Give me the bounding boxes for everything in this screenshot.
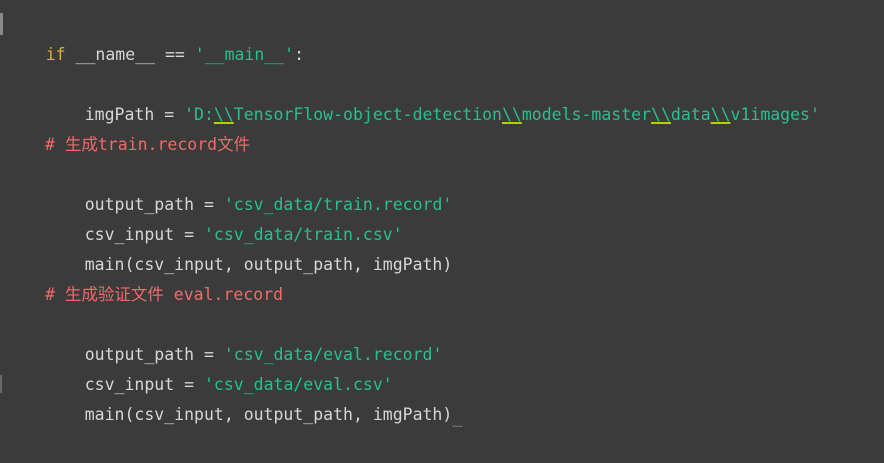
string-literal: v1images xyxy=(730,105,810,124)
code-text: : xyxy=(294,45,305,64)
code-line-4[interactable]: output_path = 'csv_data/train.record' xyxy=(45,160,453,214)
code-line-8[interactable]: output_path = 'csv_data/eval.record' xyxy=(45,310,443,364)
code-editor[interactable]: if __name__ == '__main__': imgPath = 'D:… xyxy=(0,0,884,429)
code-line-1[interactable]: if __name__ == '__main__': xyxy=(6,10,304,64)
string-literal: ' xyxy=(184,105,195,124)
escape-sequence: \\ xyxy=(651,105,671,124)
code-line-2[interactable]: imgPath = 'D:\\TensorFlow-object-detecti… xyxy=(45,70,820,124)
code-line-5[interactable]: csv_input = 'csv_data/train.csv' xyxy=(45,190,403,244)
code-text: main(csv_input, output_path, imgPath) xyxy=(84,405,453,424)
code-text: __name__ == xyxy=(65,45,195,64)
string-literal: models-master xyxy=(521,105,652,124)
caret-marker xyxy=(0,13,3,35)
escape-sequence: \\ xyxy=(710,105,731,124)
escape-sequence: \\ xyxy=(213,105,234,124)
comment-line[interactable]: # 生成train.record文件 xyxy=(45,130,250,160)
caret-marker xyxy=(0,375,2,393)
string-literal: D: xyxy=(194,105,214,124)
code-line-6[interactable]: main(csv_input, output_path, imgPath) xyxy=(45,220,453,274)
string-literal: ' xyxy=(810,105,820,124)
comment-line[interactable]: # 生成验证文件 eval.record xyxy=(45,280,283,310)
keyword-if: if xyxy=(45,45,66,64)
string-literal: data xyxy=(670,105,711,124)
escape-sequence: \\ xyxy=(502,105,522,124)
code-text: imgPath = xyxy=(84,105,185,124)
warning-squiggle-icon: ﹏ xyxy=(452,418,463,429)
code-line-9[interactable]: csv_input = 'csv_data/eval.csv' xyxy=(45,340,393,394)
string-literal: TensorFlow-object-detection xyxy=(233,105,502,124)
code-line-10[interactable]: main(csv_input, output_path, imgPath)﹏ xyxy=(45,370,463,429)
code-text: main(csv_input, output_path, imgPath) xyxy=(84,255,453,274)
string-literal: '__main__' xyxy=(194,45,295,64)
